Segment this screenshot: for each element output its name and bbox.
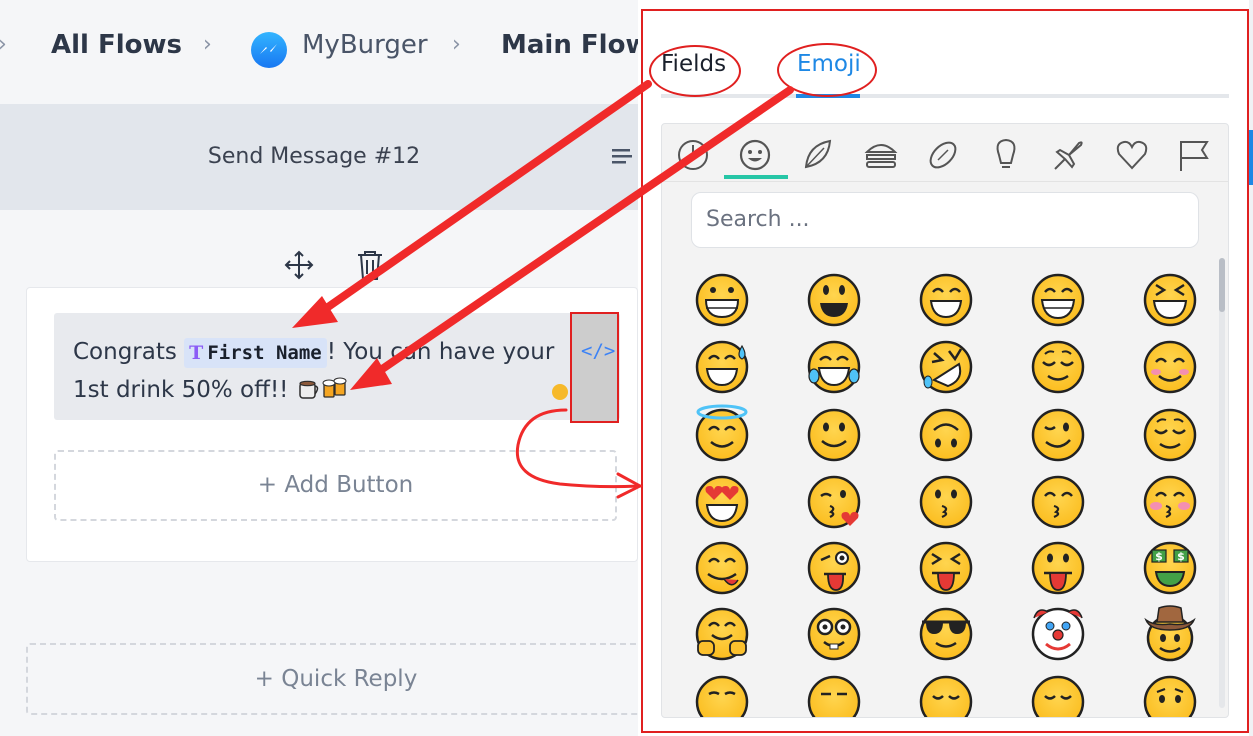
chevron-right-icon: › — [0, 32, 7, 57]
winking-face-tongue[interactable] — [807, 541, 861, 595]
message-text-before: Congrats — [73, 339, 185, 365]
grinning-squinting-face[interactable] — [1143, 273, 1197, 327]
face-blowing-kiss[interactable] — [807, 475, 861, 529]
kissing-face[interactable] — [919, 475, 973, 529]
kissing-face-smiling-eyes[interactable] — [1031, 475, 1085, 529]
trash-icon[interactable] — [356, 249, 384, 281]
node-title: Send Message #12 — [207, 144, 421, 169]
emoji-scrollbar-thumb[interactable] — [1219, 258, 1225, 312]
winking-face[interactable] — [1031, 408, 1085, 462]
connector-dot[interactable] — [552, 384, 568, 400]
smiling-face-halo[interactable] — [695, 404, 749, 462]
face-tears-of-joy[interactable] — [807, 340, 861, 394]
smirking-face[interactable] — [695, 675, 749, 718]
disappointed-face[interactable] — [1031, 675, 1085, 718]
node-menu-icon[interactable] — [611, 146, 633, 168]
annotation-circle-fields — [649, 45, 741, 97]
upside-down-face[interactable] — [919, 408, 973, 462]
field-chip-first-name[interactable]: T First Name — [184, 338, 327, 368]
chevron-right-icon: › — [452, 32, 461, 57]
grinning-face-big-eyes[interactable] — [807, 273, 861, 327]
rolling-on-floor-laughing[interactable] — [919, 340, 973, 394]
beer-mugs-icon — [322, 377, 347, 398]
page-edge — [1249, 0, 1253, 736]
worried-face[interactable] — [1143, 675, 1197, 718]
face-savoring-food[interactable] — [695, 541, 749, 595]
grinning-face-sweat[interactable] — [695, 340, 749, 394]
flow-builder: › All Flows › MyBurger › Main Flow Send … — [0, 0, 638, 736]
money-mouth-face[interactable]: $ $ — [1143, 541, 1197, 595]
grinning-face-smiling-eyes[interactable] — [919, 273, 973, 327]
breadcrumb-all-flows[interactable]: All Flows — [51, 30, 182, 60]
unamused-face[interactable] — [807, 675, 861, 718]
cowboy-hat-face[interactable] — [1144, 605, 1196, 662]
svg-text:$: $ — [1155, 550, 1163, 563]
text-field-icon: T — [189, 342, 204, 364]
relieved-face[interactable] — [1143, 408, 1197, 462]
field-emoji-picker: Fields Emoji Search ... $ $ — [641, 9, 1249, 733]
grinning-face[interactable] — [695, 273, 749, 327]
smiling-face-smiling-eyes[interactable] — [1143, 340, 1197, 394]
hot-beverage-icon — [298, 380, 318, 399]
kissing-face-closed-eyes[interactable] — [1143, 475, 1197, 529]
quick-reply-button[interactable]: + Quick Reply — [26, 643, 638, 715]
annotation-circle-emoji — [777, 43, 877, 97]
emoji-grid: $ $ — [695, 273, 1197, 718]
clown-face[interactable] — [1031, 607, 1085, 661]
beaming-face[interactable] — [1031, 273, 1085, 327]
squinting-face-tongue[interactable] — [919, 541, 973, 595]
breadcrumb: › All Flows › MyBurger › Main Flow — [0, 0, 638, 103]
page-edge-highlight — [1249, 130, 1253, 185]
message-text[interactable]: Congrats T First Name! You can have your … — [73, 333, 573, 409]
code-icon: </> — [581, 340, 616, 362]
tab-divider — [661, 94, 1229, 98]
pensive-face[interactable] — [919, 675, 973, 718]
insert-code-button[interactable]: </> — [570, 312, 619, 423]
breadcrumb-main-flow[interactable]: Main Flow — [501, 30, 638, 60]
smiling-face-heart-eyes[interactable] — [695, 475, 749, 529]
chevron-right-icon: › — [203, 32, 212, 57]
emoji-scrollbar-track[interactable] — [1219, 258, 1225, 708]
svg-text:$: $ — [1177, 550, 1185, 563]
smiling-face-sunglasses[interactable] — [919, 607, 973, 661]
hugging-face[interactable] — [695, 607, 749, 661]
emoji-picker: Search ... $ $ — [661, 123, 1229, 718]
node-header[interactable]: Send Message #12 — [0, 104, 638, 210]
messenger-icon — [251, 32, 287, 68]
relieved-face[interactable] — [1031, 340, 1085, 394]
breadcrumb-myburger[interactable]: MyBurger — [302, 30, 428, 60]
face-with-tongue[interactable] — [1031, 541, 1085, 595]
slightly-smiling-face[interactable] — [807, 408, 861, 462]
field-chip-label: First Name — [207, 342, 322, 364]
add-button[interactable]: + Add Button — [54, 450, 617, 521]
nerd-face[interactable] — [807, 607, 861, 661]
move-icon[interactable] — [284, 250, 314, 280]
